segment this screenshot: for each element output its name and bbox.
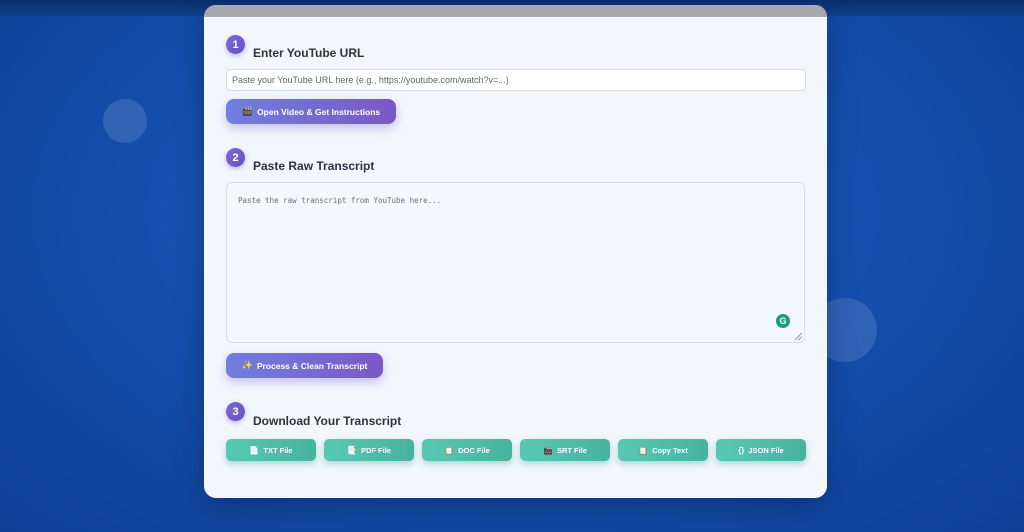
download-txt-button[interactable]: 📄 TXT File xyxy=(226,439,316,461)
open-video-button[interactable]: 🎬 Open Video & Get Instructions xyxy=(226,99,396,124)
card-top-bar xyxy=(204,5,827,17)
transcript-tool-card: 1 Enter YouTube URL 🎬 Open Video & Get I… xyxy=(204,5,827,498)
bookmark-tabs-icon: 📑 xyxy=(347,445,357,455)
step-1-title: Enter YouTube URL xyxy=(253,46,365,60)
step-3-badge: 3 xyxy=(226,402,245,421)
download-doc-label: DOC File xyxy=(458,445,490,455)
download-json-button[interactable]: {} JSON File xyxy=(716,439,806,461)
step-1-badge: 1 xyxy=(226,35,245,54)
open-video-button-label: Open Video & Get Instructions xyxy=(257,106,381,117)
clapperboard-icon: 🎬 xyxy=(543,445,553,455)
download-json-label: JSON File xyxy=(748,445,784,455)
step-2-badge: 2 xyxy=(226,148,245,167)
download-doc-button[interactable]: 📋 DOC File xyxy=(422,439,512,461)
step-3-title: Download Your Transcript xyxy=(253,414,402,428)
download-pdf-button[interactable]: 📑 PDF File xyxy=(324,439,414,461)
download-srt-label: SRT File xyxy=(556,445,587,455)
raw-transcript-textarea[interactable] xyxy=(226,182,805,343)
clipboard-icon: 📋 xyxy=(638,445,649,455)
download-pdf-label: PDF File xyxy=(360,445,391,455)
download-buttons-row: 📄 TXT File 📑 PDF File 📋 DOC File 🎬 SRT F… xyxy=(226,439,806,461)
download-srt-button[interactable]: 🎬 SRT File xyxy=(520,439,610,461)
copy-text-button[interactable]: 📋 Copy Text xyxy=(618,439,708,461)
braces-icon: {} xyxy=(738,445,745,455)
process-transcript-button[interactable]: ✨ Process & Clean Transcript xyxy=(226,353,383,378)
copy-text-label: Copy Text xyxy=(652,445,688,455)
document-icon: 📄 xyxy=(249,445,260,455)
resize-handle-icon[interactable] xyxy=(795,333,802,340)
process-button-label: Process & Clean Transcript xyxy=(256,360,368,371)
step-2-title: Paste Raw Transcript xyxy=(253,159,375,173)
clipboard-icon: 📋 xyxy=(444,445,455,455)
sparkles-icon: ✨ xyxy=(241,360,253,370)
youtube-url-input[interactable] xyxy=(226,69,806,91)
clapperboard-icon: 🎬 xyxy=(241,106,254,116)
decorative-bubble xyxy=(103,99,147,143)
grammarly-icon[interactable]: G xyxy=(776,314,790,328)
download-txt-label: TXT File xyxy=(263,445,293,455)
